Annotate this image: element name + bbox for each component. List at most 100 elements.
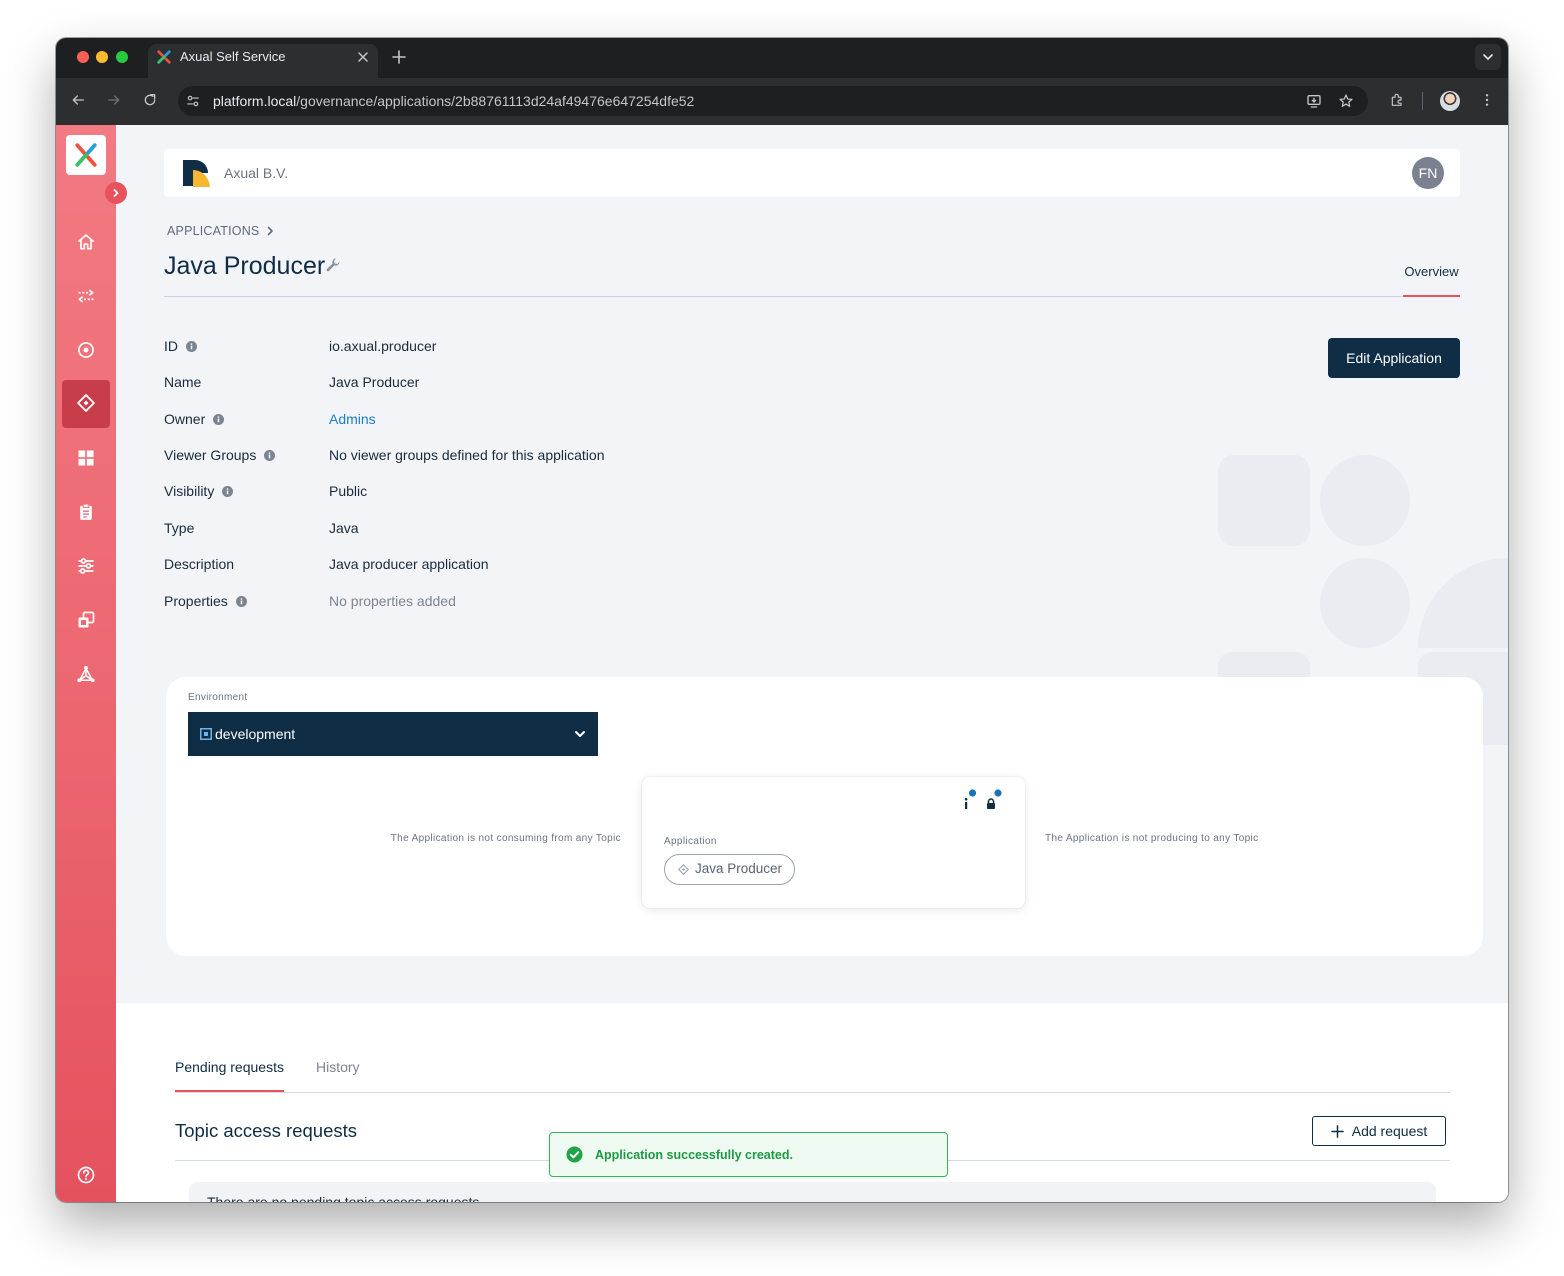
info-icon[interactable]: [186, 340, 197, 352]
browser-tab[interactable]: Axual Self Service: [148, 44, 378, 78]
environment-label: Environment: [188, 692, 248, 703]
url-host: platform.local: [213, 93, 297, 109]
tab-history[interactable]: History: [316, 1059, 360, 1075]
detail-value-properties: No properties added: [329, 593, 456, 609]
add-request-button[interactable]: Add request: [1312, 1116, 1446, 1146]
add-request-label: Add request: [1351, 1123, 1428, 1139]
toast-message: Application successfully created.: [595, 1148, 793, 1162]
chevron-down-icon: [1483, 54, 1493, 61]
page-title: Java Producer: [164, 252, 326, 280]
site-settings-icon[interactable]: [186, 94, 200, 108]
clipboard-icon[interactable]: [76, 502, 96, 522]
install-app-icon[interactable]: [1306, 93, 1322, 109]
forward-icon[interactable]: [106, 92, 122, 108]
success-toast: Application successfully created.: [549, 1132, 948, 1177]
empty-requests-text: There are no pending topic access reques…: [207, 1194, 480, 1202]
topic-access-requests-title: Topic access requests: [175, 1120, 358, 1141]
close-window-button[interactable]: [77, 51, 89, 63]
decorative-shape: [1418, 558, 1508, 648]
reload-icon[interactable]: [142, 92, 158, 108]
tab-overview-indicator: [1403, 295, 1460, 297]
tabs-divider: [175, 1092, 1450, 1093]
chevron-right-icon: [268, 226, 274, 236]
browser-toolbar: platform.local/governance/applications/2…: [56, 78, 1508, 125]
home-icon[interactable]: [76, 232, 96, 252]
target-icon[interactable]: [76, 340, 96, 360]
organization-logo: [183, 160, 210, 187]
expand-sidebar-button[interactable]: [105, 182, 127, 204]
sliders-icon[interactable]: [76, 556, 96, 576]
applications-icon[interactable]: [76, 393, 96, 413]
detail-label: Owner: [164, 411, 206, 427]
maximize-window-button[interactable]: [116, 51, 128, 63]
environment-selected-value: development: [215, 726, 296, 742]
application-label: Application: [664, 836, 717, 847]
plus-icon: [1330, 1124, 1344, 1138]
tab-search-button[interactable]: [1475, 44, 1501, 70]
extensions-icon[interactable]: [1389, 92, 1405, 108]
environment-card: Environment development The Application …: [166, 677, 1483, 956]
detail-row-owner: Owner Admins: [164, 410, 1164, 428]
breadcrumb: APPLICATIONS: [167, 224, 275, 238]
tab-pending-requests[interactable]: Pending requests: [175, 1059, 284, 1075]
info-indicator-icon[interactable]: [962, 789, 976, 811]
title-divider: [164, 296, 1460, 297]
detail-value-description: Java producer application: [329, 556, 489, 572]
owner-link[interactable]: Admins: [329, 410, 376, 428]
detail-row-viewer-groups: Viewer Groups No viewer groups defined f…: [164, 446, 1164, 464]
environment-icon: [200, 728, 212, 740]
chevron-down-icon: [575, 731, 585, 737]
detail-label: Description: [164, 556, 235, 572]
info-icon[interactable]: [235, 595, 247, 607]
url-text[interactable]: platform.local/governance/applications/2…: [213, 86, 694, 116]
detail-label: Visibility: [164, 483, 215, 499]
wrench-icon[interactable]: [325, 257, 342, 274]
detail-label: Type: [164, 520, 195, 536]
address-bar[interactable]: platform.local/governance/applications/2…: [178, 86, 1368, 116]
decorative-shape: [1218, 455, 1310, 546]
help-icon[interactable]: [76, 1165, 96, 1185]
tab-title: Axual Self Service: [180, 49, 286, 64]
bookmark-star-icon[interactable]: [1338, 93, 1354, 109]
browser-menu-icon[interactable]: [1479, 92, 1495, 108]
toolbar-divider: [1422, 92, 1423, 110]
axual-favicon-icon: [157, 50, 171, 64]
breadcrumb-applications-link[interactable]: APPLICATIONS: [167, 224, 259, 238]
new-tab-icon[interactable]: [392, 50, 406, 64]
empty-requests-box: There are no pending topic access reques…: [189, 1182, 1436, 1202]
top-header: Axual B.V. FN: [164, 149, 1460, 197]
producing-empty-text: The Application is not producing to any …: [1045, 833, 1259, 844]
topology-icon[interactable]: [76, 664, 96, 684]
detail-value-type: Java: [329, 520, 359, 536]
detail-label: Properties: [164, 593, 228, 609]
detail-value-visibility: Public: [329, 483, 368, 499]
detail-row-properties: Properties No properties added: [164, 592, 1164, 610]
info-icon[interactable]: [213, 413, 225, 425]
consuming-empty-text: The Application is not consuming from an…: [390, 833, 621, 844]
detail-value-viewer-groups: No viewer groups defined for this applic…: [329, 447, 605, 463]
application-chip-label: Java Producer: [695, 861, 783, 876]
lock-indicator-icon[interactable]: [984, 789, 1002, 811]
user-avatar[interactable]: FN: [1412, 157, 1444, 189]
tab-pending-indicator: [175, 1090, 284, 1092]
copy-icon[interactable]: [76, 610, 96, 630]
edit-application-button[interactable]: Edit Application: [1328, 338, 1460, 378]
environment-select[interactable]: development: [188, 712, 598, 756]
profile-avatar[interactable]: [1440, 91, 1460, 111]
application-diamond-icon: [678, 864, 689, 875]
detail-label: Name: [164, 374, 202, 390]
tab-overview[interactable]: Overview: [1403, 264, 1460, 280]
detail-value-id: io.axual.producer: [329, 338, 437, 354]
detail-row-type: Type Java: [164, 519, 1164, 537]
detail-row-id: ID io.axual.producer: [164, 337, 1164, 355]
axual-logo[interactable]: [66, 135, 106, 175]
browser-window: Axual Self Service platform.local/govern…: [56, 38, 1508, 1202]
info-icon[interactable]: [222, 485, 234, 497]
minimize-window-button[interactable]: [96, 51, 108, 63]
application-chip[interactable]: Java Producer: [664, 854, 795, 885]
streams-icon[interactable]: [76, 286, 96, 306]
close-tab-icon[interactable]: [356, 50, 370, 64]
info-icon[interactable]: [264, 449, 276, 461]
dashboard-icon[interactable]: [76, 448, 96, 468]
back-icon[interactable]: [70, 92, 86, 108]
